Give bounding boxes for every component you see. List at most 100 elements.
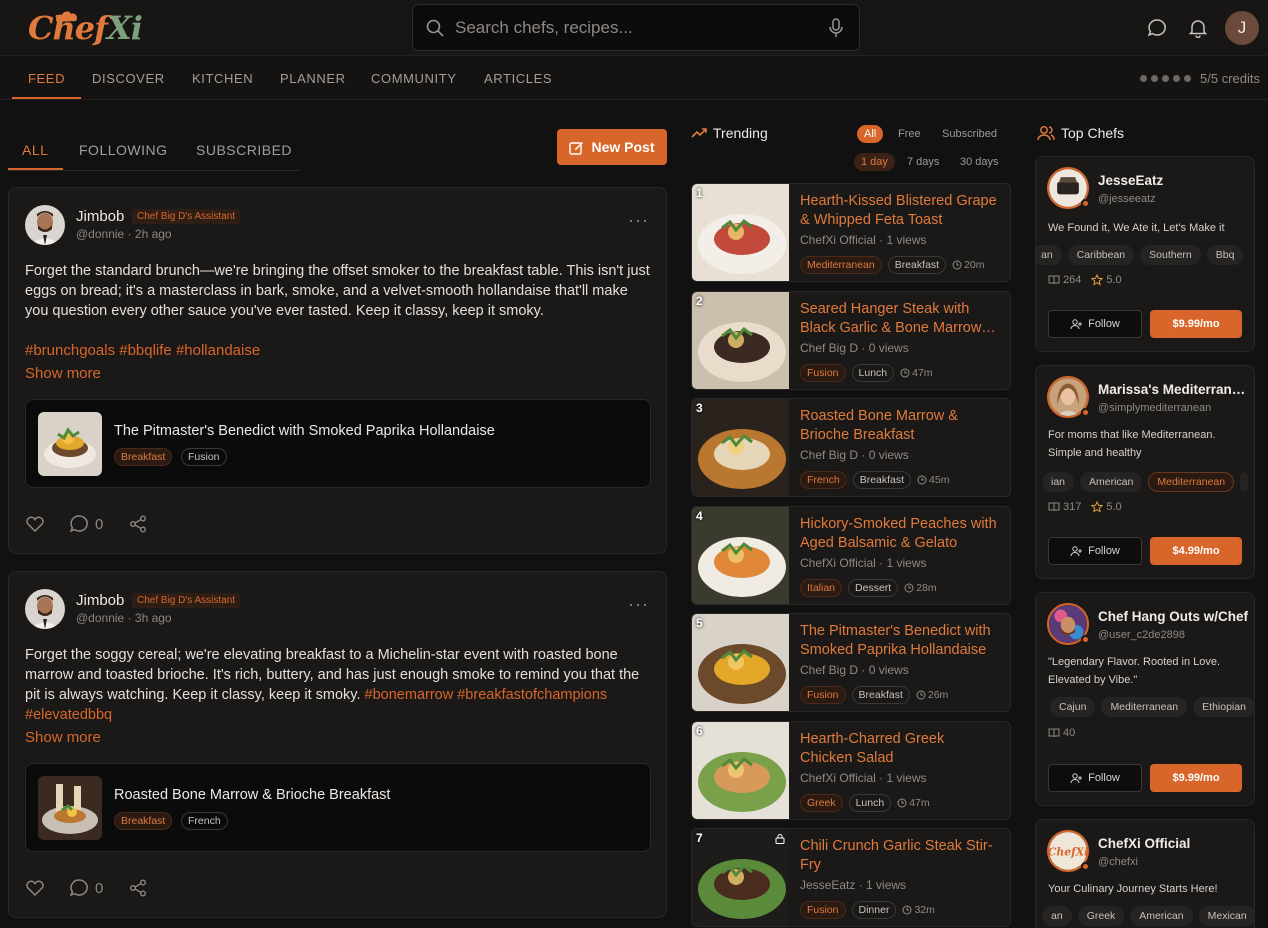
author-name[interactable]: Jimbob — [76, 592, 124, 609]
trending-recipe-title: Hearth-Kissed Blistered Grape & Whipped … — [800, 193, 997, 228]
subscribe-button[interactable]: $9.99/mo — [1150, 764, 1242, 792]
edit-icon — [569, 141, 584, 155]
follow-button[interactable]: Follow — [1048, 310, 1142, 338]
author-badge: Chef Big D's Assistant — [132, 209, 241, 224]
author-name[interactable]: Jimbob — [76, 208, 124, 225]
comment-icon[interactable] — [69, 878, 89, 898]
trending-recipe-card[interactable]: 1 Hearth-Kissed Blistered Grape & Whipped… — [691, 183, 1011, 282]
more-options-button[interactable]: ··· — [628, 594, 649, 615]
chef-card[interactable]: Marissa's Mediterranean @simplymediterra… — [1035, 365, 1255, 579]
feed-tab-subscribed[interactable]: SUBSCRIBED — [196, 130, 292, 170]
trending-recipe-tags: Fusion Lunch 47m — [800, 364, 933, 382]
meal-tag: Breakfast — [887, 256, 947, 274]
trending-recipe-card[interactable]: 6 Hearth-Charred Greek Chicken Salad ChefX… — [691, 721, 1011, 820]
nav-tab-feed[interactable]: FEED — [11, 57, 82, 99]
trending-recipe-meta: ChefXi Official · 1 views — [800, 233, 927, 247]
notifications-button[interactable] — [1187, 17, 1209, 39]
linked-recipe-card[interactable]: The Pitmaster's Benedict with Smoked Pap… — [25, 399, 651, 488]
recipe-count: 264 — [1048, 274, 1081, 286]
feed-tab-all[interactable]: ALL — [22, 130, 48, 170]
show-more-link[interactable]: Show more — [25, 729, 101, 746]
chefxi-logo[interactable]: Chef Xi — [28, 6, 143, 50]
filter-subscribed[interactable]: Subscribed — [935, 125, 1004, 143]
trending-recipe-card[interactable]: 7 Chili Crunch Garlic Steak Stir-Fry Jesse… — [691, 828, 1011, 927]
nav-tab-discover[interactable]: DISCOVER — [92, 57, 165, 99]
feed-tab-following[interactable]: FOLLOWING — [79, 130, 168, 170]
trending-recipe-card[interactable]: 2 Seared Hanger Steak with Black Garlic &… — [691, 291, 1011, 390]
recipe-count: 317 — [1048, 501, 1081, 513]
show-more-link[interactable]: Show more — [25, 365, 101, 382]
feed-post: Jimbob Chef Big D's Assistant @donnie · … — [8, 187, 667, 554]
top-chefs-title: Top Chefs — [1061, 125, 1125, 141]
author-avatar[interactable] — [25, 589, 65, 629]
microphone-icon[interactable] — [829, 17, 843, 38]
cuisine-tag: Mediterranean — [1148, 472, 1235, 492]
feed-post: Jimbob Chef Big D's Assistant @donnie · … — [8, 571, 667, 918]
new-post-button[interactable]: New Post — [557, 129, 667, 165]
nav-tab-articles[interactable]: ARTICLES — [484, 57, 552, 99]
trending-recipe-meta: Chef Big D · 0 views — [800, 663, 909, 677]
range-1-day[interactable]: 1 day — [854, 153, 895, 171]
chef-card[interactable]: Chef Hang Outs w/Chef Bis @user_c2de2898… — [1035, 592, 1255, 806]
chef-card[interactable]: JesseEatz @jesseeatz We Found it, We Ate… — [1035, 156, 1255, 352]
author-avatar[interactable] — [25, 205, 65, 245]
search-bar[interactable] — [412, 4, 860, 51]
range-30-days[interactable]: 30 days — [953, 153, 1006, 171]
follow-button[interactable]: Follow — [1048, 764, 1142, 792]
online-indicator — [1081, 408, 1090, 417]
trending-recipe-card[interactable]: 3 Roasted Bone Marrow & Brioche Breakfast… — [691, 398, 1011, 497]
trending-recipe-title: Roasted Bone Marrow & Brioche Breakfast — [800, 408, 958, 443]
more-options-button[interactable]: ··· — [628, 210, 649, 231]
recipe-tag: Fusion — [181, 448, 227, 466]
post-hashtags[interactable]: #brunchgoals #bbqlife #hollandaise — [25, 341, 655, 361]
bell-icon — [1188, 20, 1208, 38]
heart-icon[interactable] — [25, 879, 45, 897]
trending-recipe-title: Hearth-Charred Greek Chicken Salad — [800, 731, 945, 766]
trending-recipe-card[interactable]: 4 Hickory-Smoked Peaches with Aged Balsam… — [691, 506, 1011, 605]
trending-rank: 3 — [696, 401, 703, 415]
meal-tag: Dinner — [851, 901, 897, 919]
author-meta: @donnie · 3h ago — [76, 611, 172, 625]
messages-button[interactable] — [1146, 17, 1168, 39]
recipe-image — [692, 507, 789, 604]
user-plus-icon — [1070, 545, 1083, 556]
avatar-image — [25, 205, 65, 245]
search-input[interactable] — [455, 17, 815, 38]
trending-recipe-tags: Mediterranean Breakfast 20m — [800, 256, 985, 274]
credits-text: 5/5 credits — [1200, 70, 1260, 86]
comment-icon[interactable] — [69, 514, 89, 534]
chef-rating: 5.0 — [1091, 274, 1122, 286]
duration-value: 26m — [927, 689, 949, 701]
heart-icon[interactable] — [25, 515, 45, 533]
chef-handle: @chefxi — [1098, 856, 1138, 868]
follow-button[interactable]: Follow — [1048, 537, 1142, 565]
duration-value: 47m — [912, 367, 933, 379]
trending-recipe-card[interactable]: 5 The Pitmaster's Benedict with Smoked Pa… — [691, 613, 1011, 712]
follow-label: Follow — [1088, 772, 1120, 784]
filter-all[interactable]: All — [857, 125, 884, 143]
chat-bubble-icon — [1147, 19, 1166, 37]
user-avatar[interactable]: J — [1225, 11, 1259, 45]
trending-header: Trending — [691, 125, 768, 141]
search-icon — [426, 19, 444, 37]
trending-recipe-title: Hickory-Smoked Peaches with Aged Balsami… — [800, 516, 997, 551]
subscribe-button[interactable]: $9.99/mo — [1150, 310, 1242, 338]
nav-tab-community[interactable]: COMMUNITY — [371, 57, 457, 99]
clock-icon — [902, 905, 912, 915]
subscribe-button[interactable]: $4.99/mo — [1150, 537, 1242, 565]
recipe-count-value: 40 — [1063, 727, 1076, 739]
chef-card[interactable]: ChefXi ChefXi Official @chefxi Your Culi… — [1035, 819, 1255, 928]
nav-tab-kitchen[interactable]: KITCHEN — [192, 57, 253, 99]
share-icon[interactable] — [129, 515, 147, 533]
chef-name: JesseEatz — [1098, 173, 1164, 188]
clock-icon — [916, 690, 926, 700]
recipe-tag: Breakfast — [114, 448, 173, 466]
trending-recipe-title: Seared Hanger Steak with Black Garlic & … — [800, 301, 996, 336]
linked-recipe-card[interactable]: Roasted Bone Marrow & Brioche Breakfast … — [25, 763, 651, 852]
user-plus-icon — [1070, 318, 1083, 329]
nav-tab-planner[interactable]: PLANNER — [280, 57, 346, 99]
filter-free[interactable]: Free — [891, 125, 928, 143]
range-7-days[interactable]: 7 days — [900, 153, 946, 171]
recipe-count-value: 264 — [1063, 274, 1082, 286]
share-icon[interactable] — [129, 879, 147, 897]
